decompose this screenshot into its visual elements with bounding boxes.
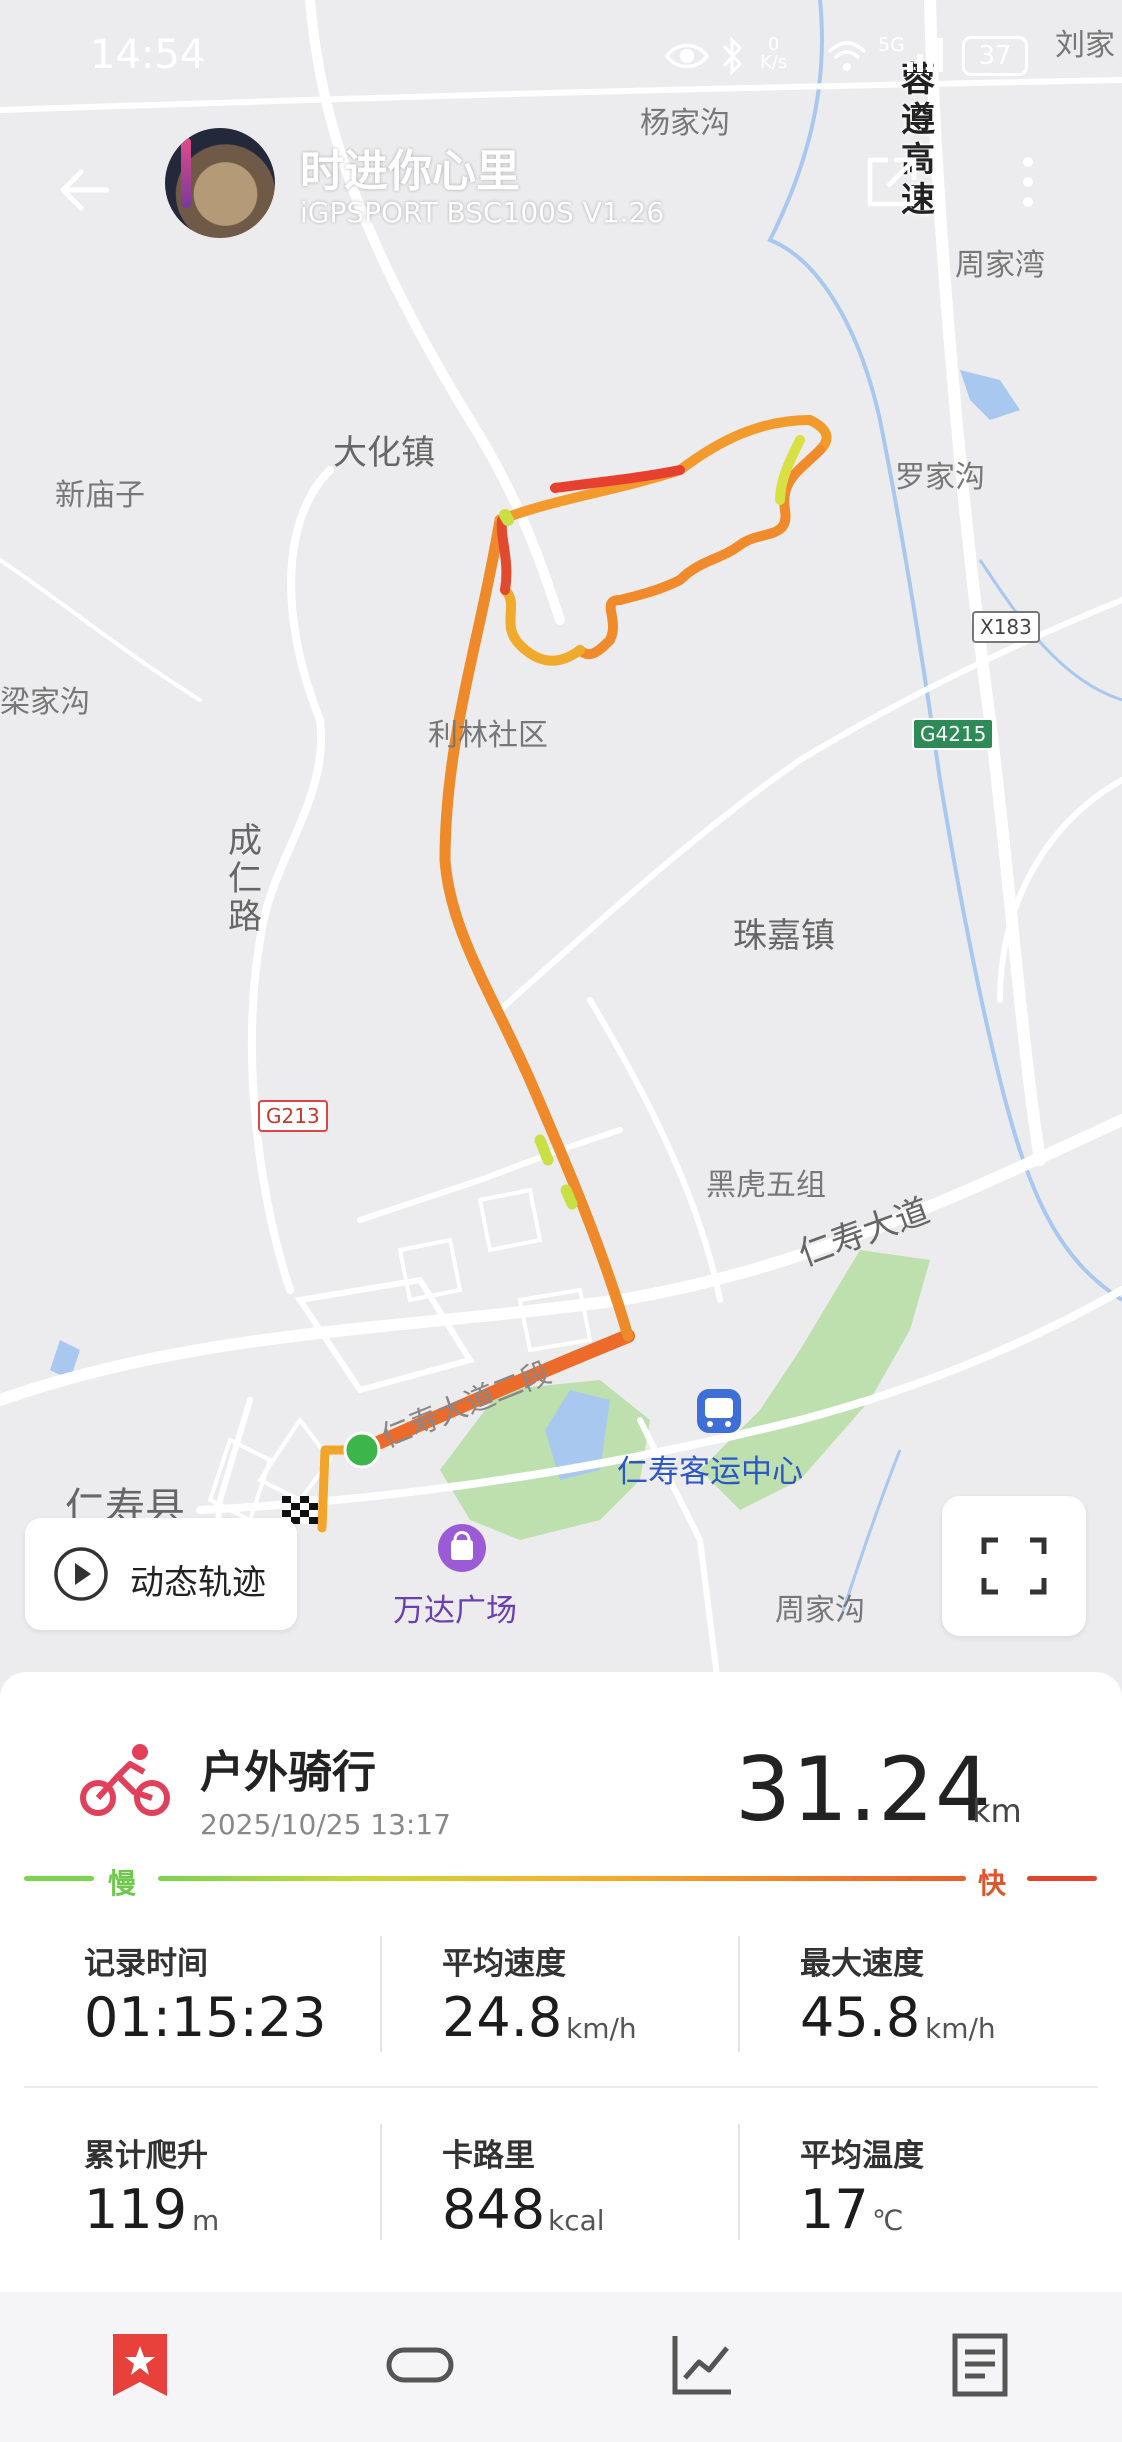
stat-unit: km/h <box>566 2012 637 2045</box>
place-label: 万达广场 <box>393 1593 517 1629</box>
stat-unit: m <box>192 2204 220 2237</box>
stat-label: 卡路里 <box>442 2138 535 2174</box>
signal-type: 5G <box>878 34 905 56</box>
divider <box>738 1936 740 2052</box>
road-label: 成仁路 <box>228 821 262 937</box>
road-badge: G213 <box>258 1100 328 1132</box>
stat-label: 平均温度 <box>800 2138 924 2174</box>
stat-unit: kcal <box>548 2204 605 2237</box>
sport-type: 户外骑行 <box>200 1747 376 1798</box>
stat-value: 17 <box>800 2178 869 2241</box>
back-arrow-icon[interactable] <box>55 160 115 220</box>
shopping-mall-icon <box>438 1524 486 1572</box>
dynamic-track-label: 动态轨迹 <box>130 1563 266 1603</box>
activity-datetime: 2025/10/25 13:17 <box>200 1808 451 1841</box>
chart-line-icon[interactable] <box>667 2330 737 2400</box>
stat-value: 01:15:23 <box>84 1986 327 2049</box>
status-bar: 14:54 0 K/s 5G 37 <box>0 0 1122 110</box>
stat-label: 累计爬升 <box>84 2138 208 2174</box>
stat-label: 最大速度 <box>800 1946 924 1982</box>
more-vertical-icon[interactable] <box>1010 152 1046 212</box>
eye-icon <box>664 43 710 69</box>
road-badge: X183 <box>972 611 1040 643</box>
speed-gradient-bar <box>158 1876 966 1881</box>
place-label: 罗家沟 <box>895 460 985 495</box>
stat-unit: ℃ <box>872 2204 904 2237</box>
avatar[interactable] <box>165 128 275 238</box>
stat-value: 24.8 <box>442 1986 563 2049</box>
distance-unit: km <box>972 1792 1022 1830</box>
stat-label: 记录时间 <box>84 1946 208 1982</box>
fullscreen-button[interactable] <box>942 1496 1086 1636</box>
place-label: 珠嘉镇 <box>733 916 835 956</box>
stat-value: 45.8 <box>800 1986 921 2049</box>
cellular-signal-icon <box>907 38 943 72</box>
divider <box>24 2086 1098 2088</box>
bookmark-star-icon[interactable] <box>105 2330 175 2400</box>
place-label: 梁家沟 <box>0 685 90 720</box>
map-background <box>0 0 1122 1700</box>
net-speed: 0 K/s <box>760 36 787 72</box>
route-map[interactable]: 杨家沟 周家湾 刘家 大化镇 新庙子 罗家沟 梁家沟 利林社区 成仁路 珠嘉镇 … <box>0 0 1122 1700</box>
net-speed-unit: K/s <box>760 52 788 73</box>
place-label: 利林社区 <box>428 718 548 753</box>
loop-icon[interactable] <box>385 2330 455 2400</box>
speed-fast-label: 快 <box>978 1867 1007 1900</box>
bus-station-icon <box>697 1389 741 1433</box>
place-label: 仁寿客运中心 <box>617 1454 803 1490</box>
dynamic-track-button[interactable]: 动态轨迹 <box>25 1518 297 1630</box>
road-badge: G4215 <box>912 718 995 750</box>
fullscreen-icon <box>981 1537 1047 1595</box>
distance-value: 31.24 <box>735 1738 992 1841</box>
divider <box>380 2124 382 2240</box>
stat-value: 848 <box>442 2178 546 2241</box>
place-label: 大化镇 <box>333 433 435 473</box>
stat-unit: km/h <box>925 2012 996 2045</box>
route-track <box>317 415 832 1533</box>
place-label: 周家湾 <box>955 248 1045 283</box>
user-name: 时进你心里 <box>300 146 520 197</box>
speed-bar-fast <box>1027 1876 1097 1881</box>
battery-indicator: 37 <box>962 36 1028 76</box>
wifi-icon <box>827 41 867 71</box>
place-label: 黑虎五组 <box>706 1168 826 1203</box>
speed-slow-label: 慢 <box>108 1867 137 1900</box>
device-name: iGPSPORT BSC100S V1.26 <box>300 196 665 229</box>
divider <box>380 1936 382 2052</box>
bluetooth-icon <box>722 36 743 76</box>
speed-bar-slow <box>24 1876 94 1881</box>
place-label: 周家沟 <box>775 1593 865 1628</box>
document-icon[interactable] <box>945 2330 1015 2400</box>
stat-label: 平均速度 <box>442 1946 566 1982</box>
bicycle-icon <box>80 1744 170 1816</box>
stat-value: 119 <box>84 2178 188 2241</box>
divider <box>738 2124 740 2240</box>
start-marker <box>343 1431 381 1469</box>
status-time: 14:54 <box>90 32 206 78</box>
place-label: 新庙子 <box>55 478 145 513</box>
share-icon[interactable] <box>862 152 922 212</box>
play-icon <box>54 1547 108 1601</box>
